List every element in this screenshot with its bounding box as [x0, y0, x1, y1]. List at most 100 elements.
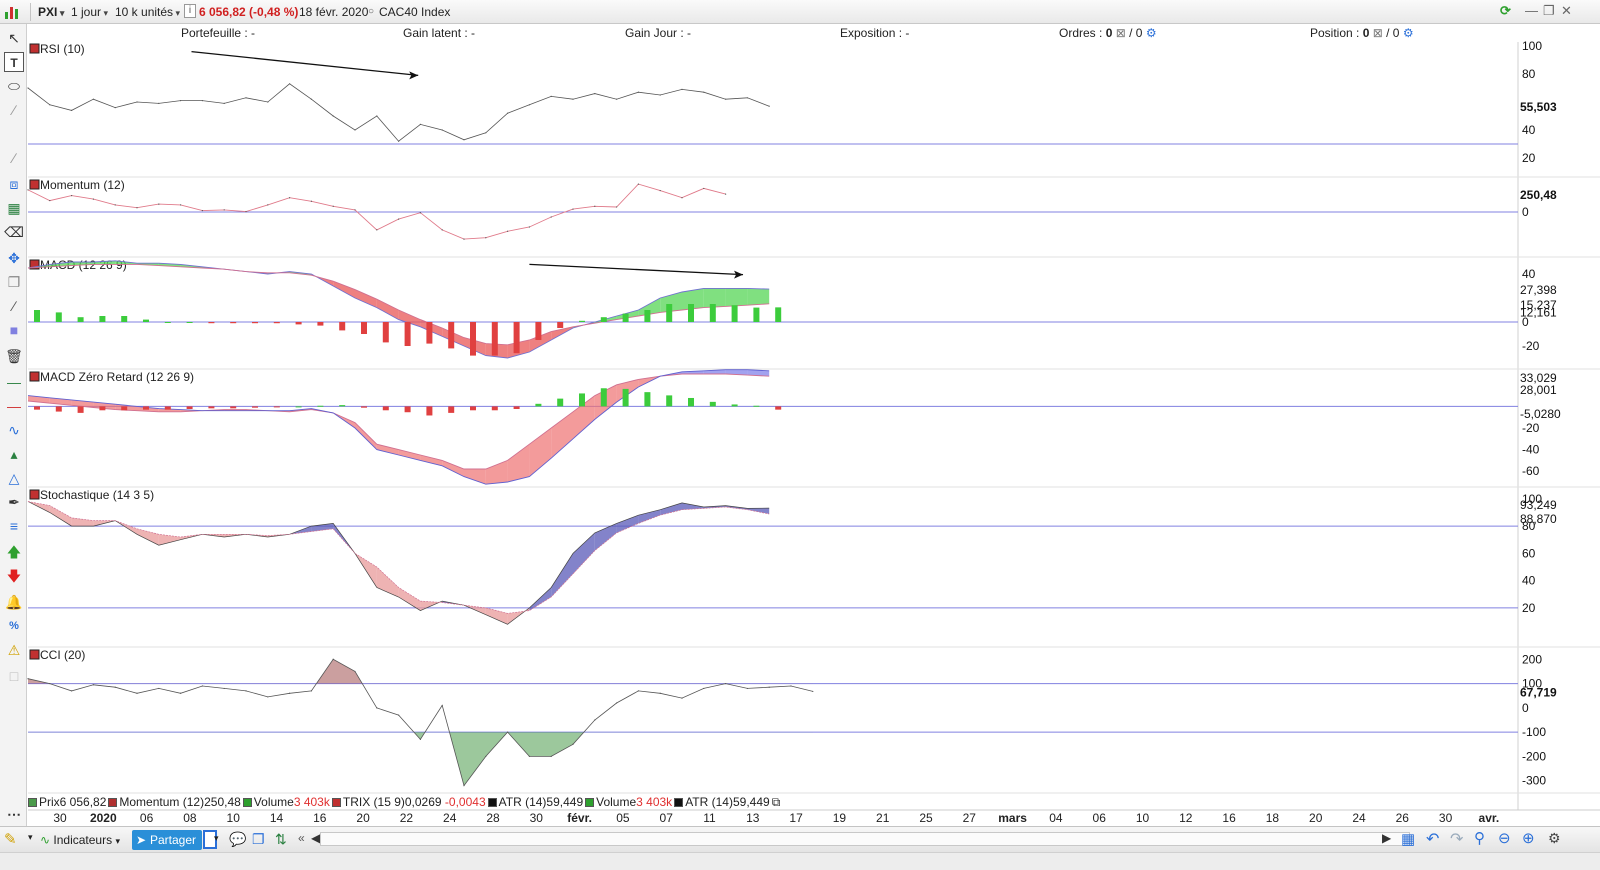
legend-swatch	[585, 798, 595, 807]
series-line	[27, 658, 813, 787]
data-point	[419, 212, 421, 214]
legend-swatch	[487, 798, 497, 807]
zero-lag-cloud-segment	[355, 422, 377, 450]
data-point	[223, 102, 225, 104]
data-point	[158, 203, 160, 205]
indicators-chart-icon: ∿	[40, 833, 51, 847]
y-tick-label: -20	[1522, 339, 1540, 353]
data-point	[332, 658, 334, 660]
histogram-bar	[186, 322, 193, 323]
calendar-icon[interactable]: ▦	[1401, 830, 1415, 848]
histogram-bar	[99, 316, 106, 322]
legend-item[interactable]: Volume3 403k	[242, 795, 330, 809]
data-point	[289, 692, 291, 694]
data-point	[354, 129, 356, 131]
panel-cci: CCI (20) 2001000-100-200-30067,719	[27, 648, 1600, 794]
y-tick-label: 80	[1522, 67, 1536, 81]
y-tick-label: 20	[1522, 601, 1536, 615]
x-tick-label: 17	[789, 811, 803, 825]
data-point	[528, 226, 531, 228]
histogram-bar	[404, 322, 411, 346]
histogram-bar	[448, 322, 455, 349]
chat-icon[interactable]: 💬	[229, 831, 246, 848]
histogram-bar	[557, 398, 564, 407]
legend-item[interactable]: TRIX (15 9)0,0269 -0,0043	[331, 795, 486, 809]
data-point	[703, 187, 705, 190]
x-tick-label: 19	[833, 811, 847, 825]
share-label: Partager	[150, 833, 197, 847]
data-point	[725, 682, 727, 685]
histogram-bar	[404, 406, 411, 413]
data-point	[398, 140, 400, 142]
panel-macd-zero-lag: MACD Zéro Retard (12 26 9)-20-40-6033,02…	[27, 369, 1600, 488]
histogram-bar	[731, 404, 738, 407]
histogram-bar	[666, 304, 673, 322]
histogram-bar	[644, 310, 651, 322]
y-tick-label: 40	[1522, 267, 1536, 281]
histogram-bar	[208, 322, 215, 324]
last-value-label: 27,398	[1520, 283, 1557, 297]
draw-pencil-icon[interactable]: ✎	[4, 830, 26, 850]
histogram-bar	[34, 310, 40, 322]
windows-icon[interactable]: ❐	[252, 831, 265, 848]
scroll-left-icon[interactable]: ◀	[311, 831, 320, 845]
series-line	[27, 83, 770, 142]
zero-lag-cloud-segment	[507, 444, 530, 482]
x-tick-label: 24	[443, 811, 457, 825]
histogram-bar	[361, 406, 367, 408]
histogram-bar	[753, 405, 760, 407]
data-point	[485, 237, 487, 239]
indicators-button[interactable]: ∿ Indicateurs ▾	[40, 830, 120, 850]
rewind-icon[interactable]: «	[298, 831, 305, 845]
zoom-out-icon[interactable]: ⊖	[1498, 829, 1511, 847]
zoom-fit-icon[interactable]: ⚲	[1474, 829, 1485, 847]
x-tick-label: 16	[1222, 811, 1236, 825]
data-point	[528, 755, 531, 758]
legend-item[interactable]: Volume3 403k	[585, 795, 672, 809]
legend-value: 59,449	[732, 795, 770, 809]
panel-color-swatch	[29, 371, 40, 382]
legend-item[interactable]: Prix6 056,82	[28, 795, 106, 809]
indicator-chart[interactable]: RSI (10) 10080402055,503Momentum (12)0250…	[0, 0, 1600, 826]
stochastic-cloud-segment	[573, 532, 595, 574]
legend-item[interactable]: ATR (14)59,449	[487, 795, 583, 809]
trend-arrow-head	[409, 71, 419, 80]
histogram-bar	[775, 307, 782, 322]
legend-item[interactable]: Momentum (12)250,48	[108, 795, 241, 809]
legend-value: 250,48	[204, 795, 241, 809]
layout-dropdown-icon[interactable]: ▾	[214, 833, 219, 844]
x-tick-label: 24	[1352, 811, 1366, 825]
last-value-label: 28,001	[1520, 383, 1557, 397]
legend-value: 6 056,82	[59, 795, 107, 809]
data-point	[223, 209, 225, 211]
histogram-bar	[317, 322, 324, 326]
histogram-bar	[688, 304, 694, 322]
panel-color-swatch	[29, 179, 40, 190]
panel-stochastic: Stochastique (14 3 5) 1008060402093,24988…	[27, 488, 1600, 648]
histogram-bar	[731, 305, 738, 322]
scroll-right-icon[interactable]: ▶	[1382, 831, 1391, 845]
panel-color-swatch	[29, 649, 40, 660]
zero-lag-cloud-segment	[485, 460, 508, 485]
data-point	[594, 205, 596, 207]
data-point	[725, 98, 727, 100]
data-point	[768, 105, 770, 107]
settings-gear-icon[interactable]: ⚙	[1548, 830, 1561, 847]
stochastic-cloud-segment	[594, 523, 617, 551]
legend-expand-icon[interactable]: ⧉	[772, 795, 781, 809]
histogram-bar	[164, 322, 171, 323]
panel-rsi: RSI (10) 100 80 40 20 55,503	[27, 39, 1600, 178]
zoom-in-icon[interactable]: ⊕	[1522, 829, 1535, 847]
data-point	[289, 197, 291, 199]
horizontal-scrollbar[interactable]	[320, 832, 1410, 846]
redo-icon[interactable]: ↷	[1450, 829, 1463, 849]
data-point	[27, 87, 29, 89]
export-icon[interactable]: ⇅	[275, 831, 287, 848]
trading-app: PXI 1 jour 10 k unités i 6 056,82 (-0,48…	[0, 0, 1600, 870]
x-tick-label: 2020	[90, 811, 117, 825]
legend-item[interactable]: ATR (14)59,449	[674, 795, 770, 809]
histogram-bar	[121, 316, 128, 322]
share-button[interactable]: ➤ Partager	[132, 830, 203, 850]
draw-dropdown-icon[interactable]: ▾	[28, 832, 33, 843]
undo-icon[interactable]: ↶	[1426, 829, 1439, 849]
